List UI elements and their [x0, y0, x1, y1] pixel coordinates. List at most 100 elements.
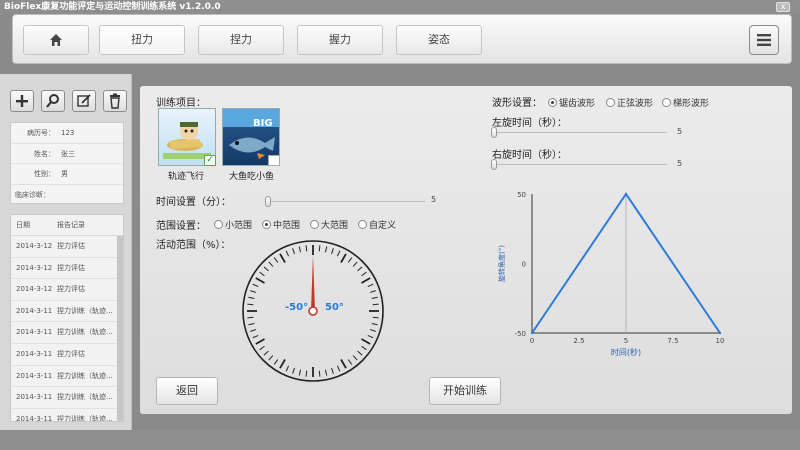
- dial-tick: [361, 338, 371, 345]
- home-icon: [50, 34, 62, 46]
- waveform-chart: 50 0 -50 0 2.5 5 7.5 10 时间(秒) 旋转角度(°): [497, 191, 724, 357]
- record-date: 2014-3-12: [16, 242, 53, 250]
- edit-icon: [77, 94, 91, 107]
- checkbox-empty-icon: [268, 155, 280, 166]
- time-slider-value: 5: [431, 195, 437, 204]
- radio-range-large[interactable]: 大范围: [310, 218, 348, 231]
- sidebar: 病历号： 123 姓名： 张三 性别： 男 临床诊断： 日期 报告记录 2014…: [0, 74, 132, 450]
- radio-selected-icon: [548, 98, 557, 107]
- right-rotation-slider-track[interactable]: [492, 164, 667, 165]
- radio-icon: [310, 220, 319, 229]
- record-date: 2014-3-11: [16, 328, 53, 337]
- dial-tick: [336, 365, 341, 372]
- radio-icon: [662, 98, 671, 107]
- patient-name-value: 张三: [61, 149, 75, 158]
- table-row[interactable]: 2014-3-12 捏力评估: [11, 279, 123, 301]
- back-button[interactable]: 返回: [156, 377, 218, 405]
- radio-wave-sine[interactable]: 正弦波形: [606, 96, 653, 109]
- radio-range-medium[interactable]: 中范围: [262, 218, 300, 231]
- table-row[interactable]: 2014-3-11 捏力训练（轨迹...: [11, 366, 123, 388]
- table-row[interactable]: 2014-3-12 捏力评估: [11, 236, 123, 258]
- time-slider-track[interactable]: [265, 201, 425, 202]
- dial-tick: [318, 370, 321, 377]
- training-items-label: 训练项目：: [156, 98, 206, 109]
- record-date: 2014-3-12: [16, 263, 53, 272]
- dial-tick: [285, 365, 290, 372]
- home-button[interactable]: [23, 25, 89, 55]
- menu-button[interactable]: [749, 25, 779, 55]
- time-slider-knob[interactable]: [265, 196, 271, 207]
- records-header-record: 报告记录: [57, 221, 85, 229]
- tab-grip[interactable]: 握力: [297, 25, 383, 55]
- dial-tick: [263, 266, 269, 272]
- dial-tick: [279, 359, 286, 369]
- patient-id-row: 病历号： 123: [11, 123, 123, 144]
- dial-tick: [268, 355, 274, 361]
- table-row[interactable]: 2014-3-11 捏力训练（轨迹...: [11, 322, 123, 344]
- right-rotation-slider-knob[interactable]: [491, 159, 497, 170]
- dial-tick: [357, 350, 363, 356]
- record-date: 2014-3-11: [16, 393, 53, 402]
- range-left-value: -50°: [285, 302, 309, 313]
- delete-button[interactable]: [103, 90, 127, 112]
- edit-button[interactable]: [72, 90, 96, 112]
- table-row[interactable]: 2014-3-11 捏力评估: [11, 344, 123, 366]
- close-button[interactable]: x: [776, 2, 790, 12]
- table-row[interactable]: 2014-3-11 捏力训练（轨迹...: [11, 387, 123, 409]
- right-rotation-value: 5: [677, 159, 683, 168]
- range-right-value: 50°: [325, 302, 344, 313]
- radio-label: 小范围: [225, 221, 253, 231]
- table-row[interactable]: 2014-3-12 捏力评估: [11, 258, 123, 280]
- record-title: 捏力训练（轨迹...: [57, 414, 113, 422]
- table-row[interactable]: 2014-3-11 捏力训练（轨迹...: [11, 409, 123, 422]
- dial-tick: [259, 271, 265, 277]
- radio-range-custom[interactable]: 自定义: [358, 218, 396, 231]
- start-training-button[interactable]: 开始训练: [429, 377, 501, 405]
- record-date: 2014-3-11: [16, 349, 53, 358]
- dial-tick: [324, 369, 328, 376]
- patient-diagnosis-row: 临床诊断：: [11, 185, 123, 206]
- radio-wave-trapezoid[interactable]: 梯形波形: [662, 96, 709, 109]
- record-title: 捏力训练（轨迹...: [57, 306, 113, 315]
- patient-info: 病历号： 123 姓名： 张三 性别： 男 临床诊断：: [10, 122, 124, 204]
- record-title: 捏力训练（轨迹...: [57, 328, 113, 337]
- patient-name-label: 姓名：: [34, 149, 55, 158]
- radio-icon: [358, 220, 367, 229]
- range-dial: [242, 240, 384, 382]
- radio-wave-sawtooth[interactable]: 锯齿波形: [548, 96, 595, 109]
- dial-tick: [371, 296, 378, 300]
- search-button[interactable]: [41, 90, 65, 112]
- game-thumb-flight[interactable]: ✓: [158, 108, 216, 166]
- radio-range-small[interactable]: 小范围: [214, 218, 252, 231]
- tab-posture[interactable]: 姿态: [396, 25, 482, 55]
- dial-tick: [324, 246, 328, 253]
- radio-label: 中范围: [273, 221, 301, 231]
- record-date: 2014-3-11: [16, 306, 53, 315]
- right-rotation-label: 右旋时间（秒）：: [492, 150, 567, 161]
- dial-tick: [252, 334, 259, 339]
- dial-tick: [247, 316, 254, 319]
- dial-tick: [367, 283, 374, 288]
- radio-label: 锯齿波形: [559, 99, 596, 109]
- game-thumb-fish[interactable]: BIG: [222, 108, 280, 166]
- dial-tick: [248, 322, 255, 326]
- tab-pinch[interactable]: 捏力: [198, 25, 284, 55]
- dial-tick: [255, 277, 265, 284]
- table-row[interactable]: 2014-3-11 捏力训练（轨迹...: [11, 301, 123, 323]
- patient-gender-row: 性别： 男: [11, 164, 123, 185]
- add-button[interactable]: [10, 90, 34, 112]
- x-tick-label: 7.5: [667, 337, 678, 345]
- record-date: 2014-3-11: [16, 414, 53, 422]
- dial-tick: [367, 334, 374, 339]
- dial-tick: [268, 261, 274, 267]
- radio-label: 大范围: [321, 221, 349, 231]
- dial-tick: [273, 359, 279, 365]
- left-rotation-value: 5: [677, 127, 683, 136]
- records-scrollbar[interactable]: [117, 236, 123, 421]
- x-axis-label: 时间(秒): [611, 347, 641, 357]
- dial-tick: [248, 296, 255, 300]
- y-tick-label: -50: [515, 330, 526, 338]
- tab-torque[interactable]: 扭力: [99, 25, 185, 55]
- left-rotation-slider-track[interactable]: [492, 132, 667, 133]
- left-rotation-slider-knob[interactable]: [491, 127, 497, 138]
